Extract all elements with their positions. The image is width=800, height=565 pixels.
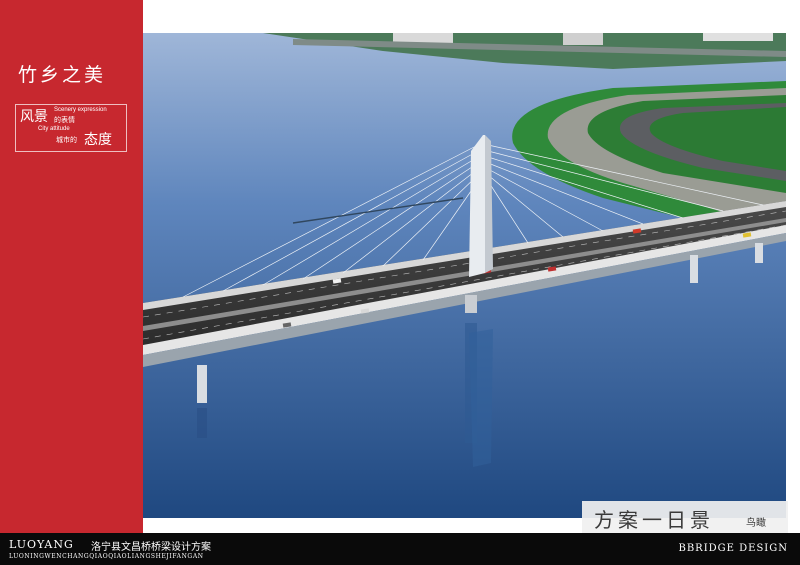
footer-pinyin: LUONINGWENCHANGQIAOQIAOLIANGSHEJIFANGAN bbox=[9, 553, 204, 560]
bridge-pier bbox=[197, 365, 207, 403]
motto-expression-cn: 的表情 bbox=[54, 116, 75, 124]
footer-brand: BBRIDGE DESIGN bbox=[678, 543, 788, 554]
bridge-aerial-illustration bbox=[143, 33, 786, 518]
footer-city: LUOYANG bbox=[9, 538, 74, 551]
footer-bar: LUOYANG 洛宁县文昌桥桥梁设计方案 LUONINGWENCHANGQIAO… bbox=[0, 533, 800, 565]
motto-block: 风景 Scenery expression 的表情 City attitude … bbox=[15, 104, 127, 152]
bridge-pylon bbox=[469, 135, 485, 277]
motto-scenery-en: Scenery expression bbox=[54, 107, 107, 113]
sidebar-panel: 竹乡之美 风景 Scenery expression 的表情 City atti… bbox=[0, 0, 143, 533]
bridge-rendering bbox=[143, 33, 786, 518]
motto-attitude-cn: 态度 bbox=[84, 132, 112, 148]
motto-scenery-cn: 风景 bbox=[20, 109, 48, 125]
sidebar-title: 竹乡之美 bbox=[18, 64, 107, 86]
footer-project-title: 洛宁县文昌桥桥梁设计方案 bbox=[91, 542, 211, 553]
caption-subtitle: 鸟瞰 bbox=[746, 518, 766, 529]
caption-title: 方案一日景 bbox=[594, 508, 714, 532]
caption-box: 方案一日景 鸟瞰 bbox=[582, 501, 788, 535]
motto-city-en: City attitude bbox=[38, 126, 70, 132]
motto-city-cn: 城市的 bbox=[56, 136, 77, 144]
